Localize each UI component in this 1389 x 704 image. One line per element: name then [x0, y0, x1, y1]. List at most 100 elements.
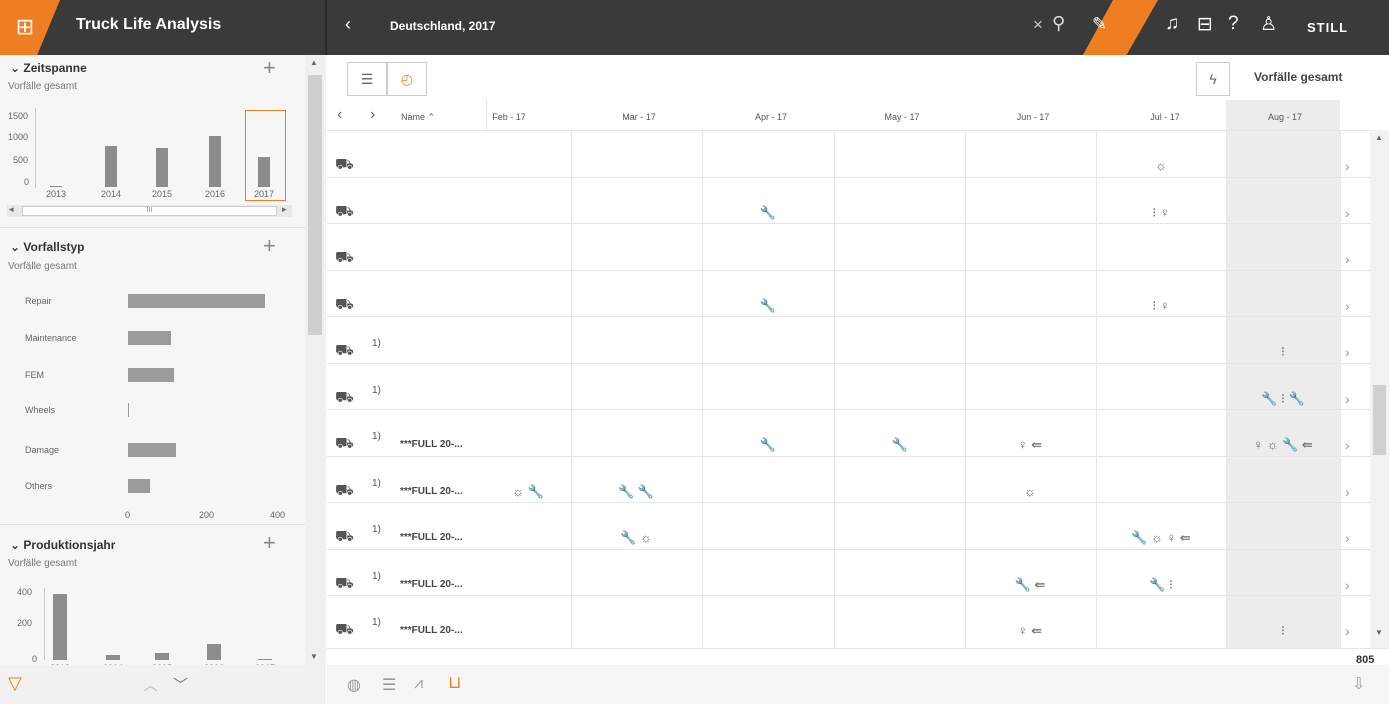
y-tick: 400	[17, 587, 33, 597]
chevron-left-icon[interactable]: ‹	[345, 14, 351, 35]
truck-chart-icon[interactable]: ⊔	[448, 673, 461, 693]
event-icons[interactable]: 🔧	[728, 205, 808, 221]
filter-panel-scroll-thumb[interactable]	[308, 75, 322, 335]
zeitspanne-label: Zeitspanne	[23, 61, 87, 75]
search-icon[interactable]: ⚲	[1052, 13, 1065, 34]
produktionsjahr-bar[interactable]	[155, 653, 169, 660]
cart-icon[interactable]: ⊟	[1197, 13, 1213, 36]
row-detail-chevron-icon[interactable]: ›	[1345, 391, 1350, 407]
scroll-up-icon[interactable]: ▲	[1375, 133, 1383, 142]
row-detail-chevron-icon[interactable]: ›	[1345, 530, 1350, 546]
row-detail-chevron-icon[interactable]: ›	[1345, 577, 1350, 593]
event-icons[interactable]: ♀ ☼ 🔧 ⇚	[1243, 437, 1323, 453]
event-icons[interactable]: 🔧	[728, 437, 808, 453]
event-icons[interactable]: 🔧	[860, 437, 940, 453]
event-icons[interactable]: ⁝ ♀	[1121, 298, 1201, 314]
scroll-right-icon[interactable]: ▸	[282, 204, 287, 215]
event-icons[interactable]: ♀ ⇚	[990, 623, 1070, 639]
truck-name[interactable]: ***FULL 20-...	[400, 439, 463, 450]
truck-name[interactable]: ***FULL 20-...	[400, 532, 463, 543]
add-produktionsjahr-button[interactable]: +	[263, 530, 276, 556]
vorfallstyp-bar[interactable]	[128, 294, 265, 308]
timeline-scroll-thumb[interactable]	[1373, 385, 1386, 455]
bell-icon[interactable]: ♫	[1165, 13, 1179, 35]
zeitspanne-bar[interactable]	[156, 148, 168, 187]
list-view-button[interactable]: ☰	[347, 62, 387, 96]
chevron-down-icon[interactable]: ﹀	[173, 674, 188, 695]
row-detail-chevron-icon[interactable]: ›	[1345, 344, 1350, 360]
grid-apps-icon[interactable]: ⊞	[12, 14, 38, 40]
y-tick: 500	[13, 155, 29, 165]
event-icons[interactable]: ⁝	[1243, 344, 1323, 360]
row-detail-chevron-icon[interactable]: ›	[1345, 298, 1350, 314]
zeitspanne-title[interactable]: ⌄ Zeitspanne	[10, 61, 87, 75]
scroll-down-icon[interactable]: ▼	[310, 652, 318, 661]
produktionsjahr-bar[interactable]	[106, 655, 120, 660]
zeitspanne-bar[interactable]	[50, 186, 62, 187]
filter-icon[interactable]: ▽	[8, 673, 22, 694]
produktionsjahr-bar[interactable]	[207, 644, 221, 660]
row-divider	[327, 502, 1370, 503]
help-icon[interactable]: ?	[1228, 13, 1239, 35]
scroll-up-icon[interactable]: ▲	[310, 58, 318, 67]
zeitspanne-scroll-thumb[interactable]: III	[22, 206, 277, 216]
event-icons[interactable]: 🔧 ⁝ 🔧	[1243, 391, 1323, 407]
truck-name[interactable]: ***FULL 20-...	[400, 486, 463, 497]
column-gridline	[834, 130, 835, 648]
truck-name[interactable]: ***FULL 20-...	[400, 579, 463, 590]
next-page-icon[interactable]: ›	[370, 106, 375, 124]
event-icons[interactable]: 🔧 🔧	[596, 484, 676, 500]
event-icons[interactable]: 🔧	[728, 298, 808, 314]
clear-search-button[interactable]: ×	[1033, 15, 1043, 35]
prev-page-icon[interactable]: ‹	[337, 106, 342, 124]
vorfallstyp-bar[interactable]	[128, 403, 129, 417]
produktionsjahr-title[interactable]: ⌄ Produktionsjahr	[10, 538, 115, 552]
truck-icon: ⛟	[335, 342, 354, 359]
lightning-button[interactable]: ϟ	[1196, 62, 1230, 96]
row-detail-chevron-icon[interactable]: ›	[1345, 251, 1350, 267]
selected-year-highlight[interactable]	[245, 110, 286, 201]
line-chart-icon[interactable]: ⩘	[414, 675, 423, 693]
add-vorfallstyp-button[interactable]: +	[263, 233, 276, 259]
row-detail-chevron-icon[interactable]: ›	[1345, 205, 1350, 221]
truck-name[interactable]: ***FULL 20-...	[400, 625, 463, 636]
y-tick: 0	[24, 177, 30, 187]
vorfallstyp-bar[interactable]	[128, 368, 174, 382]
timeline-view-button[interactable]: ◴	[387, 62, 427, 96]
globe-icon[interactable]: ◍	[347, 675, 361, 695]
event-icons[interactable]: ☼	[990, 484, 1070, 499]
name-header-label: Name	[401, 112, 426, 122]
event-icons[interactable]: ⁝	[1243, 623, 1323, 639]
filter-footer	[0, 665, 326, 704]
event-icons[interactable]: ⁝ ♀	[1121, 205, 1201, 221]
export-icon[interactable]: ⇩	[1352, 674, 1365, 694]
event-icons[interactable]: 🔧 ⁝	[1121, 577, 1201, 593]
chevron-up-icon[interactable]: ︿	[143, 674, 158, 695]
bar-chart-icon[interactable]: ☰	[382, 675, 396, 695]
event-icons[interactable]: 🔧 ☼	[596, 530, 676, 546]
row-detail-chevron-icon[interactable]: ›	[1345, 437, 1350, 453]
vorfallstyp-bar[interactable]	[128, 479, 150, 493]
vorfallstyp-bar[interactable]	[128, 443, 176, 457]
zeitspanne-bar[interactable]	[209, 136, 221, 187]
event-icons[interactable]: ☼	[1121, 158, 1201, 173]
event-icons[interactable]: 🔧 ☼ ♀ ⇚	[1121, 530, 1201, 546]
name-column-header[interactable]: Name ⌃	[401, 112, 435, 123]
vorfallstyp-title[interactable]: ⌄ Vorfallstyp	[10, 240, 85, 254]
user-icon[interactable]: ♙	[1260, 13, 1277, 36]
event-icons[interactable]: ☼ 🔧	[488, 484, 568, 500]
vorfallstyp-bar[interactable]	[128, 331, 171, 345]
event-icons[interactable]: 🔧 ⇚	[990, 577, 1070, 593]
zeitspanne-bar[interactable]	[258, 157, 270, 187]
produktionsjahr-bar[interactable]	[53, 594, 67, 660]
event-icons[interactable]: ♀ ⇚	[990, 437, 1070, 453]
scroll-left-icon[interactable]: ◂	[9, 204, 14, 215]
add-zeitspanne-button[interactable]: +	[263, 55, 276, 81]
row-detail-chevron-icon[interactable]: ›	[1345, 623, 1350, 639]
scroll-down-icon[interactable]: ▼	[1375, 628, 1383, 637]
produktionsjahr-bar[interactable]	[258, 659, 272, 660]
pencil-icon[interactable]: ✎	[1092, 14, 1107, 35]
zeitspanne-bar[interactable]	[105, 146, 117, 187]
row-detail-chevron-icon[interactable]: ›	[1345, 158, 1350, 174]
row-detail-chevron-icon[interactable]: ›	[1345, 484, 1350, 500]
